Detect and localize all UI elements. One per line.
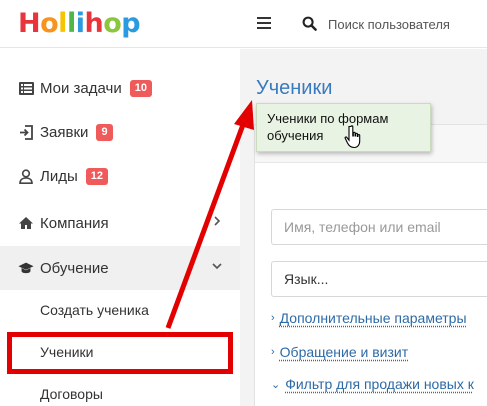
- count-badge: 9: [96, 123, 113, 141]
- user-icon: [18, 168, 34, 184]
- count-badge: 10: [129, 79, 152, 97]
- sidebar-item-label: Мои задачи: [40, 79, 122, 97]
- chevron-down-icon: ⌄: [271, 378, 281, 391]
- user-search-input[interactable]: [328, 14, 478, 34]
- logo-letter: h: [84, 8, 104, 39]
- hand-cursor-icon: [344, 125, 361, 149]
- logo-letter: l: [58, 8, 67, 39]
- page-title: Ученики: [256, 77, 333, 99]
- sidebar-subitem-label: Договоры: [40, 386, 103, 402]
- chevron-right-icon: [214, 216, 221, 226]
- sidebar-item-label: Обучение: [40, 259, 109, 277]
- student-search-input[interactable]: [271, 209, 487, 245]
- logo-area: Hollihop: [0, 0, 240, 48]
- logo-letter: o: [40, 8, 59, 39]
- sidebar-item-my-tasks[interactable]: Мои задачи 10: [0, 66, 240, 110]
- sidebar-subitem-create-student[interactable]: Создать ученика: [0, 290, 240, 330]
- filter-panel: Язык... › Дополнительные параметры › Обр…: [254, 124, 487, 406]
- appeal-visit-link[interactable]: › Обращение и визит: [271, 344, 408, 360]
- search-icon[interactable]: [302, 16, 317, 31]
- chevron-down-icon: [212, 263, 222, 270]
- hollihop-logo[interactable]: Hollihop: [18, 8, 141, 39]
- new-sales-filter-link[interactable]: ⌄ Фильтр для продажи новых к: [271, 376, 474, 392]
- language-select-value: Язык...: [284, 271, 329, 287]
- sidebar-item-label: Компания: [40, 214, 109, 232]
- sidebar-item-company[interactable]: Компания: [0, 201, 240, 245]
- sidebar-subitem-contracts[interactable]: Договоры: [0, 374, 240, 406]
- annotation-highlight-box: [7, 332, 233, 374]
- list-icon: [18, 80, 34, 96]
- additional-params-link[interactable]: › Дополнительные параметры: [271, 310, 467, 326]
- logo-letter: o: [103, 8, 122, 39]
- chevron-right-icon: ›: [271, 312, 275, 324]
- sign-in-icon: [18, 124, 34, 140]
- top-bar: [240, 0, 487, 48]
- logo-letter: p: [121, 8, 141, 39]
- sidebar-subitem-label: Создать ученика: [40, 302, 149, 318]
- sidebar-item-requests[interactable]: Заявки 9: [0, 110, 240, 154]
- sidebar-item-leads[interactable]: Лиды 12: [0, 154, 240, 198]
- sidebar-item-education[interactable]: Обучение: [0, 246, 240, 290]
- sidebar-item-label: Лиды: [40, 167, 78, 185]
- home-icon: [18, 215, 34, 231]
- logo-letter: l: [66, 8, 76, 39]
- language-select[interactable]: Язык...: [271, 261, 487, 297]
- logo-letter: H: [18, 8, 41, 39]
- sidebar-item-label: Заявки: [40, 123, 89, 141]
- graduation-cap-icon: [18, 260, 34, 276]
- count-badge: 12: [85, 167, 109, 185]
- hamburger-icon[interactable]: [257, 17, 271, 29]
- chevron-right-icon: ›: [271, 346, 275, 358]
